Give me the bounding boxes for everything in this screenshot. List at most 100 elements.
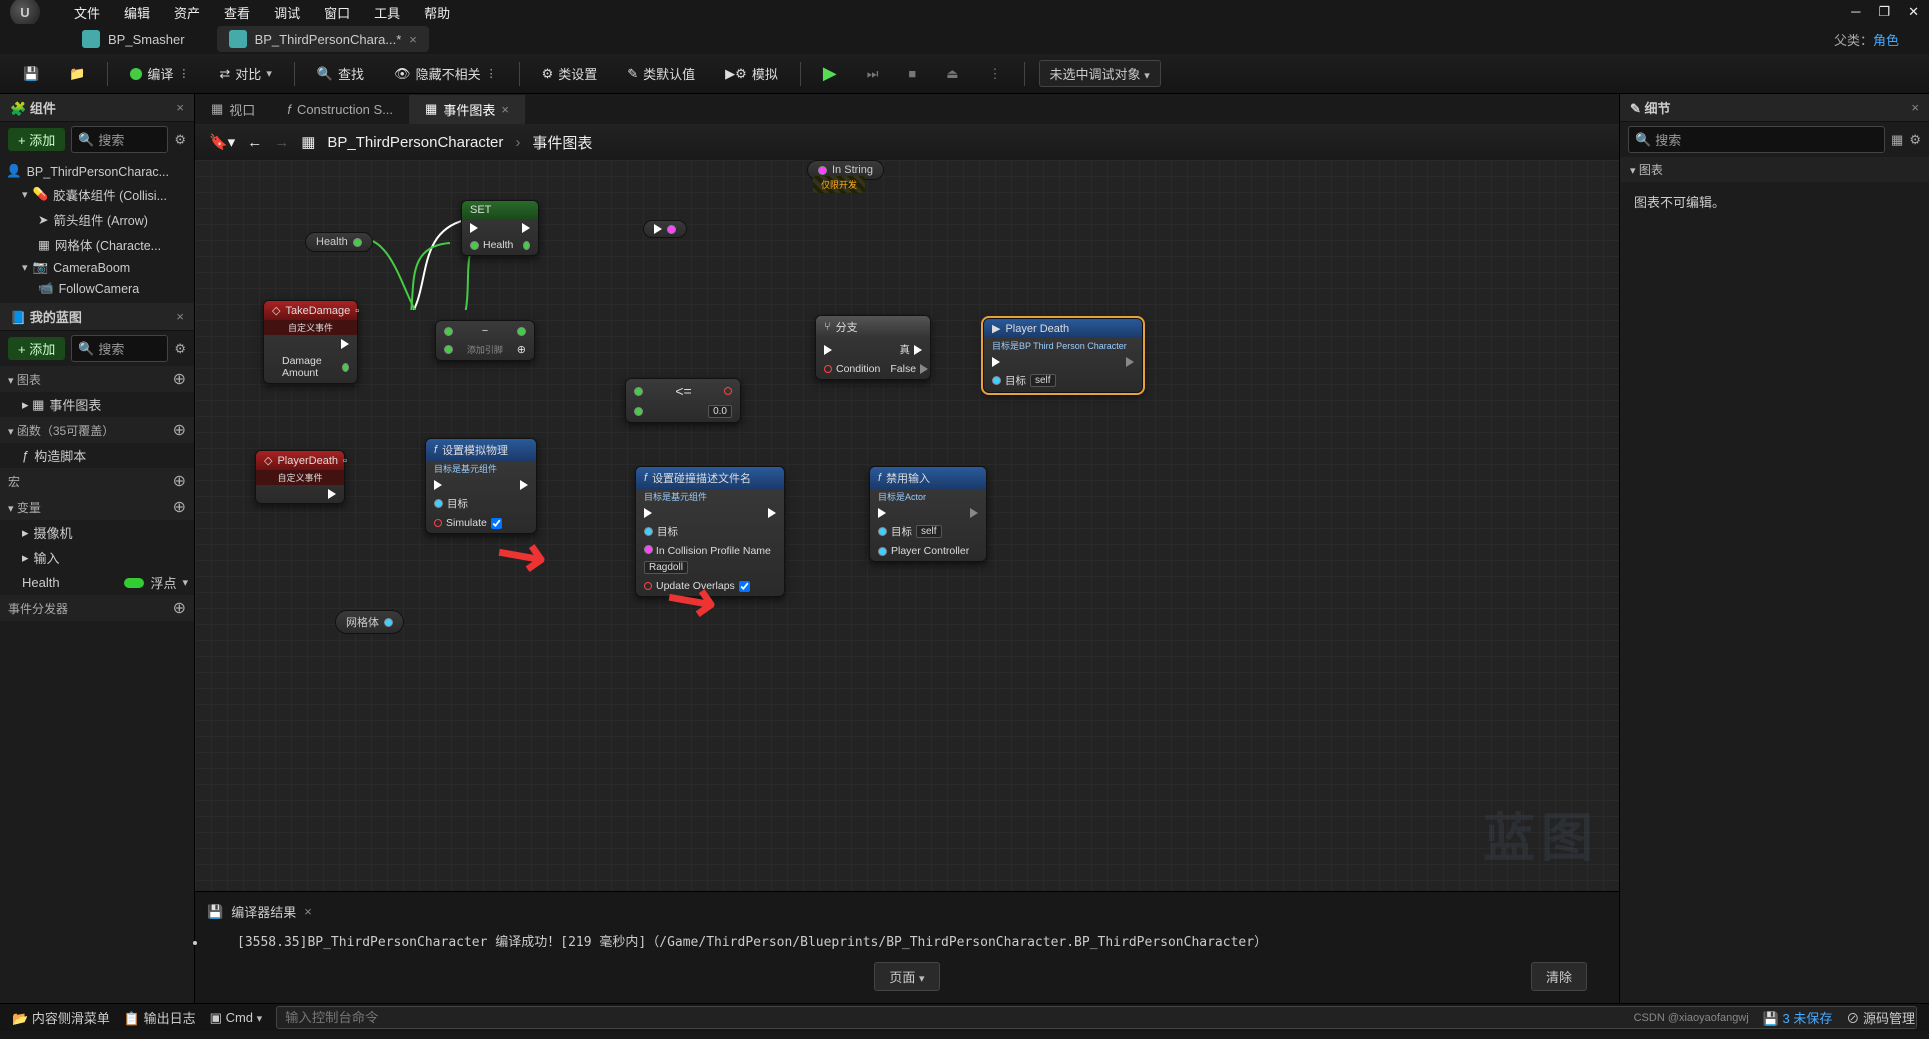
node-subtract[interactable]: − 添加引脚 ⊕ <box>435 320 535 361</box>
pin-in[interactable] <box>444 327 453 336</box>
node-disable-input[interactable]: f 禁用输入 目标是Actor 目标 self Player Controlle… <box>869 466 987 562</box>
pin-in[interactable] <box>634 407 643 416</box>
pin-in[interactable] <box>634 387 643 396</box>
node-set-profile[interactable]: f 设置碰撞描述文件名 目标是基元组件 目标 In Collision Prof… <box>635 466 785 597</box>
details-section-header[interactable]: ▾ 图表 <box>1620 157 1929 182</box>
section-macros[interactable]: 宏⊕ <box>0 468 194 494</box>
unsaved-button[interactable]: 💾 3 未保存 <box>1763 1008 1833 1027</box>
tab-construction[interactable]: f Construction S... <box>271 97 409 122</box>
parent-class-link[interactable]: 角色 <box>1873 33 1899 48</box>
doc-tab-smasher[interactable]: BP_Smasher <box>70 26 197 52</box>
menu-file[interactable]: 文件 <box>74 3 100 22</box>
nav-fwd-icon[interactable]: → <box>274 134 289 151</box>
simulate-checkbox[interactable] <box>491 518 502 529</box>
add-icon[interactable]: ⊕ <box>173 420 186 440</box>
pin-out[interactable] <box>523 241 530 250</box>
page-dropdown[interactable]: 页面 ▾ <box>874 962 939 991</box>
var-health[interactable]: Health 浮点 ▾ <box>0 570 194 595</box>
section-functions[interactable]: ▾ 函数（35可覆盖）⊕ <box>0 417 194 443</box>
node-player-death-call[interactable]: ▶ Player Death 目标是BP Third Person Charac… <box>983 318 1143 393</box>
node-take-damage[interactable]: ◇ TakeDamage ▫ 自定义事件 Damage Amount <box>263 300 358 384</box>
pin-out[interactable] <box>353 238 362 247</box>
panel-close-icon[interactable]: × <box>304 904 312 919</box>
close-icon[interactable]: ✕ <box>1908 4 1919 20</box>
pin-exec-true[interactable] <box>914 345 922 355</box>
content-drawer-button[interactable]: 📂 内容侧滑菜单 <box>12 1008 110 1027</box>
pin-exec-out[interactable] <box>341 339 349 349</box>
pin-profile[interactable] <box>644 545 653 554</box>
pin-exec-in[interactable] <box>644 508 652 518</box>
add-mb-button[interactable]: + 添加 <box>8 337 65 360</box>
bookmark-icon[interactable]: 🔖▾ <box>209 133 235 151</box>
pin-exec-false[interactable] <box>920 364 928 374</box>
pin-out[interactable] <box>724 387 732 395</box>
clear-button[interactable]: 清除 <box>1531 962 1587 991</box>
doc-tab-tpc[interactable]: BP_ThirdPersonChara...* × <box>217 26 429 52</box>
pin-out[interactable] <box>342 363 349 372</box>
item-construction[interactable]: ƒ 构造脚本 <box>0 443 194 468</box>
node-sim-physics[interactable]: f 设置模拟物理 目标是基元组件 目标 Simulate <box>425 438 537 534</box>
settings-icon[interactable]: ⚙ <box>174 132 186 148</box>
pin-exec-out[interactable] <box>520 480 528 490</box>
pin-simulate[interactable] <box>434 519 442 527</box>
play-button[interactable]: ▶ <box>815 59 845 88</box>
find-button[interactable]: 🔍 查找 <box>309 60 372 87</box>
debug-object-combo[interactable]: 未选中调试对象 ▾ <box>1039 60 1161 87</box>
overlaps-checkbox[interactable] <box>739 581 750 592</box>
tree-capsule[interactable]: ▾💊 胶囊体组件 (Collisi... <box>0 182 194 207</box>
pin-target[interactable] <box>992 376 1001 385</box>
save-button[interactable]: 💾 <box>15 62 47 86</box>
menu-asset[interactable]: 资产 <box>174 3 200 22</box>
class-defaults-button[interactable]: ✎ 类默认值 <box>619 60 703 87</box>
pin-in[interactable] <box>470 241 479 250</box>
play-options-icon[interactable]: ⋮ <box>981 62 1010 86</box>
section-dispatchers[interactable]: 事件分发器⊕ <box>0 595 194 621</box>
pin-out[interactable] <box>517 327 526 336</box>
minimize-icon[interactable]: ─ <box>1851 4 1860 20</box>
pin-exec-in[interactable] <box>824 345 832 355</box>
output-log-button[interactable]: 📋 输出日志 <box>124 1008 196 1027</box>
panel-close-icon[interactable]: × <box>1911 100 1919 115</box>
pin-exec-out[interactable] <box>328 489 336 499</box>
cmd-dropdown[interactable]: ▣ Cmd ▾ <box>210 1010 263 1026</box>
var-group-input[interactable]: ▸ 输入 <box>0 545 194 570</box>
settings-icon[interactable]: ⚙ <box>174 341 186 357</box>
pin-exec-in[interactable] <box>878 508 886 518</box>
step-button[interactable]: ⏭ <box>859 62 887 86</box>
profile-value-input[interactable]: Ragdoll <box>644 561 688 574</box>
simulate-button[interactable]: ▶⚙ 模拟 <box>717 60 786 87</box>
add-icon[interactable]: ⊕ <box>173 598 186 618</box>
pin-exec-out[interactable] <box>522 223 530 233</box>
menu-view[interactable]: 查看 <box>224 3 250 22</box>
tab-close-icon[interactable]: × <box>409 32 417 47</box>
add-icon[interactable]: ⊕ <box>173 497 186 517</box>
compile-button[interactable]: 编译 ⋮ <box>122 60 197 87</box>
class-settings-button[interactable]: ⚙ 类设置 <box>534 60 606 87</box>
components-search[interactable]: 🔍 搜索 <box>71 126 168 153</box>
menu-edit[interactable]: 编辑 <box>124 3 150 22</box>
pin-exec-out[interactable] <box>1126 357 1134 367</box>
graph-canvas[interactable]: Health SET Health ◇ TakeDamage ▫ 自定义事件 D… <box>195 160 1619 891</box>
compare-value-input[interactable]: 0.0 <box>708 405 732 418</box>
node-mesh-var[interactable]: 网格体 <box>335 610 404 634</box>
node-set[interactable]: SET Health <box>461 200 539 256</box>
hide-unrelated-button[interactable]: 👁 隐藏不相关 ⋮ <box>386 60 505 87</box>
pin-out[interactable] <box>667 225 676 234</box>
pin-exec-out[interactable] <box>970 508 978 518</box>
tab-viewport[interactable]: ▦ 视口 <box>195 95 271 124</box>
pin-exec-out[interactable] <box>768 508 776 518</box>
pin-overlaps[interactable] <box>644 582 652 590</box>
panel-close-icon[interactable]: × <box>176 309 184 324</box>
add-icon[interactable]: ⊕ <box>173 369 186 389</box>
pin-out[interactable] <box>384 618 393 627</box>
add-component-button[interactable]: + 添加 <box>8 128 65 151</box>
tree-mesh[interactable]: ▦ 网格体 (Characte... <box>0 232 194 257</box>
tree-root[interactable]: 👤 BP_ThirdPersonCharac... <box>0 161 194 182</box>
section-graphs[interactable]: ▾ 图表⊕ <box>0 366 194 392</box>
details-search[interactable]: 🔍 搜索 <box>1628 126 1885 153</box>
pin-exec-in[interactable] <box>470 223 478 233</box>
menu-debug[interactable]: 调试 <box>274 3 300 22</box>
add-icon[interactable]: ⊕ <box>173 471 186 491</box>
pin-in[interactable] <box>818 166 827 175</box>
menu-window[interactable]: 窗口 <box>324 3 350 22</box>
